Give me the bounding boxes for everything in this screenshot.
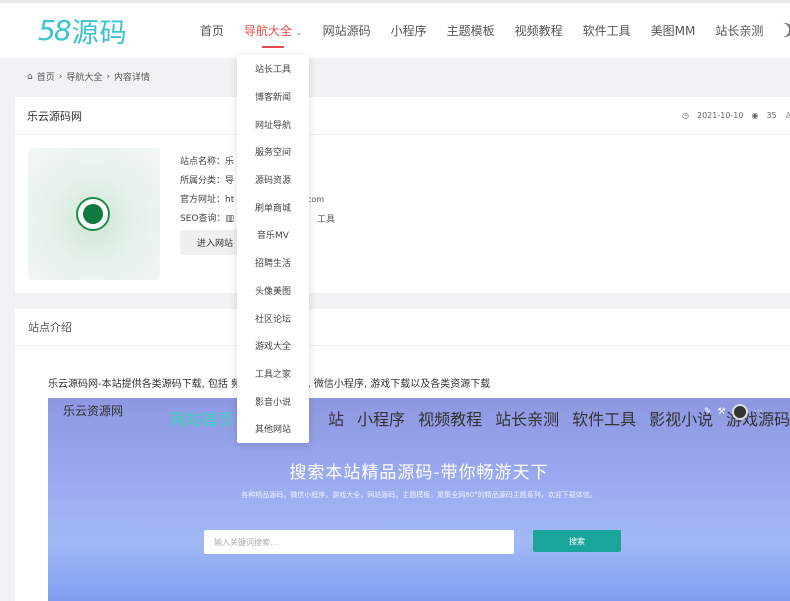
- screenshot-nav-item: 视频教程: [418, 410, 483, 429]
- visit-site-label: 进入网站: [197, 239, 234, 249]
- main-nav: 首页 导航大全 ⌄ 网站源码 小程序 主题模板 视频教程 软件工具 美图MM 站长…: [200, 3, 783, 58]
- breadcrumb: ⌂ 首页 › 导航大全 › 内容详情: [27, 70, 154, 84]
- eye-icon: ◉: [751, 111, 759, 120]
- site-category-row: 所属分类：导: [180, 176, 235, 186]
- edit-icon: ✎: [704, 407, 712, 417]
- nav-software-tools[interactable]: 软件工具: [583, 22, 631, 39]
- dropdown-item[interactable]: 招聘生活: [237, 249, 309, 277]
- nav-mini-program[interactable]: 小程序: [391, 22, 427, 39]
- site-logo[interactable]: 58 源码: [38, 12, 128, 49]
- screenshot-search-input: 输入关键词搜索...: [204, 530, 514, 554]
- breadcrumb-section[interactable]: 导航大全: [66, 70, 102, 83]
- wrench-icon: ⚒: [717, 407, 726, 417]
- site-logo-image: [76, 197, 110, 231]
- site-intro-card: 站点介绍 乐云源码网-本站提供各类源码下载, 包括 频教程, 技术导航, 微信小…: [15, 309, 790, 601]
- screenshot-icons: ✎ ⚒ ⋯: [704, 404, 769, 420]
- screenshot-nav-item: 站: [328, 410, 345, 429]
- logo-text: 源码: [71, 17, 128, 49]
- nav-themes[interactable]: 主题模板: [447, 22, 495, 39]
- logo-number: 58: [38, 13, 72, 47]
- screenshot-headline: 搜索本站精品源码-带你畅游天下: [289, 463, 549, 483]
- nav-site-source[interactable]: 网站源码: [323, 22, 371, 39]
- nav-home[interactable]: 首页: [200, 22, 224, 39]
- screenshot-brand: 乐云资源网: [63, 404, 124, 418]
- publish-date: 2021-10-10: [696, 111, 744, 120]
- dropdown-item[interactable]: 游戏大全: [237, 332, 309, 360]
- dropdown-item[interactable]: 工具之家: [237, 360, 309, 388]
- clock-icon: ◷: [682, 111, 689, 120]
- screenshot-subline: 各种精品源码，微信小程序，游戏大全，网站源码，主题模板，聚集全网80°的精品源码…: [241, 491, 597, 499]
- breadcrumb-separator: ›: [58, 71, 63, 82]
- more-icon: ⋯: [753, 407, 763, 417]
- avatar: [731, 404, 748, 420]
- site-url-row: 官方网址：ht: [180, 195, 235, 205]
- chevron-down-icon: ⌄: [295, 28, 303, 38]
- user-icon: ♙: [784, 111, 790, 120]
- dropdown-item[interactable]: 服务空间: [237, 138, 309, 166]
- screenshot-nav-item: 网站首页: [170, 410, 235, 429]
- dropdown-item[interactable]: 音乐MV: [237, 221, 309, 249]
- nav-dropdown-menu: 站长工具 博客新闻 网址导航 服务空间 源码资源 刷单商城 音乐MV 招聘生活 …: [237, 55, 309, 443]
- nav-video-tutorials[interactable]: 视频教程: [515, 22, 563, 39]
- bar-chart-icon: ▥: [225, 214, 234, 224]
- dark-mode-icon[interactable]: [778, 23, 790, 37]
- dropdown-item[interactable]: 站长工具: [237, 55, 309, 83]
- seo-label: SEO查询：: [180, 214, 226, 224]
- dropdown-item[interactable]: 影音小说: [237, 387, 309, 415]
- dropdown-item[interactable]: 刷单商城: [237, 193, 309, 221]
- screenshot-nav-item: 站长亲测: [495, 410, 560, 429]
- site-url-tail[interactable]: com: [307, 195, 324, 204]
- site-seo-row: SEO查询：▥: [180, 210, 234, 229]
- dropdown-item[interactable]: 社区论坛: [237, 304, 309, 332]
- breadcrumb-home[interactable]: 首页: [37, 70, 55, 83]
- seo-tools-link[interactable]: 工具: [317, 212, 335, 225]
- site-title: 乐云源码网: [15, 97, 790, 135]
- breadcrumb-current: 内容详情: [113, 73, 150, 83]
- intro-heading: 站点介绍: [15, 309, 790, 346]
- breadcrumb-separator: ›: [106, 71, 110, 82]
- view-count: 35: [766, 111, 777, 120]
- nav-directory-label: 导航大全: [244, 24, 293, 38]
- screenshot-nav-item: 软件工具: [572, 410, 637, 429]
- top-navbar: 58 源码 首页 导航大全 ⌄ 网站源码 小程序 主题模板 视频教程 软件工具 美…: [0, 0, 790, 58]
- site-detail-card: 乐云源码网 ◷2021-10-10 ◉35 ♙ad 站点名称：乐 所属分类：导 …: [15, 97, 790, 293]
- home-icon: ⌂: [27, 71, 33, 82]
- screenshot-search-button: 搜索: [533, 530, 621, 552]
- dropdown-item[interactable]: 其他网站: [237, 415, 309, 443]
- nav-pictures[interactable]: 美图MM: [651, 22, 696, 39]
- site-name-row: 站点名称：乐: [180, 157, 235, 167]
- nav-webmaster-tested[interactable]: 站长亲测: [715, 22, 763, 39]
- site-thumbnail: [28, 148, 160, 280]
- screenshot-nav-item: 小程序: [357, 410, 406, 429]
- dropdown-item[interactable]: 源码资源: [237, 166, 309, 194]
- nav-directory[interactable]: 导航大全 ⌄: [244, 22, 303, 48]
- site-meta: ◷2021-10-10 ◉35 ♙ad: [682, 111, 790, 120]
- site-screenshot: 乐云资源网 网站首页 网 站 小程序 视频教程 站长亲测 软件工具 影视小说 游…: [48, 398, 790, 601]
- site-info: 站点名称：乐 所属分类：导 官方网址：ht SEO查询：▥: [180, 153, 234, 229]
- dropdown-item[interactable]: 博客新闻: [237, 83, 309, 111]
- dropdown-item[interactable]: 头像美图: [237, 277, 309, 305]
- dropdown-item[interactable]: 网址导航: [237, 110, 309, 138]
